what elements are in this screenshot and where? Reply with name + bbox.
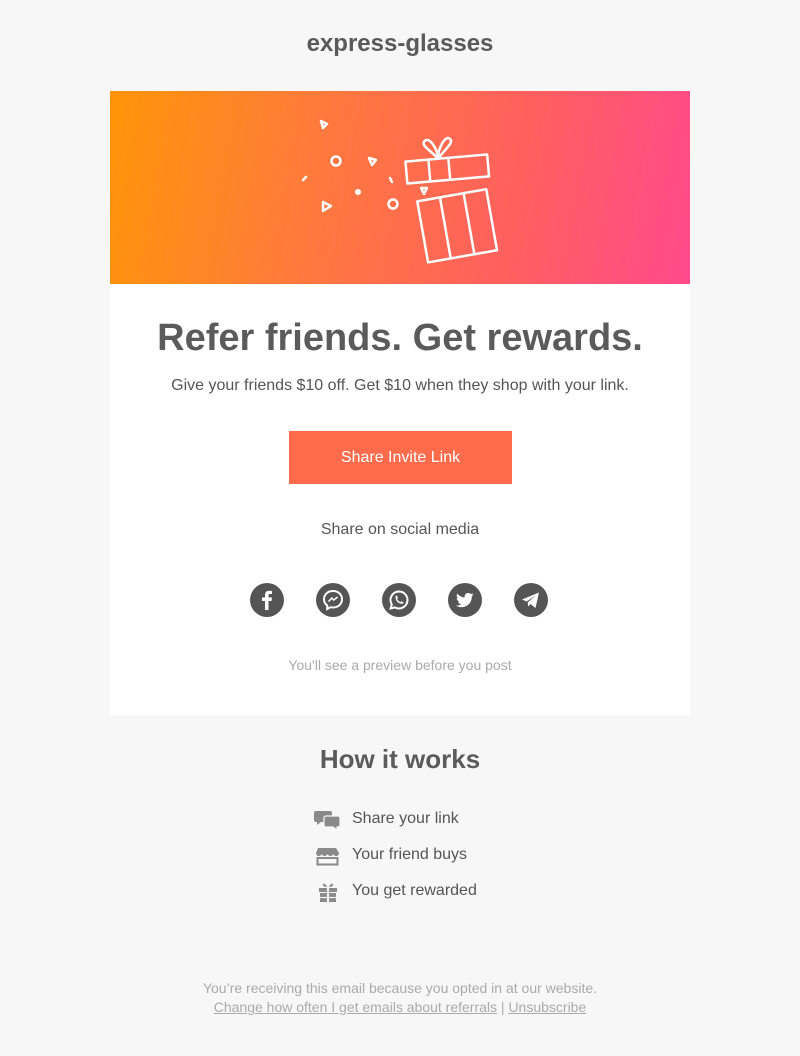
chat-bubbles-icon [314, 811, 341, 832]
headline: Refer friends. Get rewards. [157, 317, 643, 359]
step-label: You get rewarded [352, 882, 477, 899]
footer-separator: | [500, 999, 505, 1015]
footer-notice: You’re receiving this email because you … [202, 980, 598, 996]
brand-logo: express-glasses [306, 30, 494, 57]
step-label: Your friend buys [352, 846, 468, 863]
unsubscribe-link[interactable]: Unsubscribe [508, 999, 586, 1015]
gift-icon [319, 883, 337, 902]
messenger-share-button[interactable] [316, 583, 350, 617]
twitter-share-button[interactable] [448, 583, 482, 617]
storefront-icon [316, 848, 339, 866]
step-label: Share your link [352, 810, 459, 827]
telegram-icon [522, 592, 539, 608]
social-share-label: Share on social media [320, 521, 480, 538]
hero-banner [110, 91, 690, 284]
how-it-works-title: How it works [319, 744, 481, 774]
referral-card: Refer friends. Get rewards. Give your fr… [110, 91, 690, 715]
messenger-icon [322, 589, 344, 611]
social-share-row [250, 583, 550, 617]
twitter-icon [455, 593, 474, 608]
gift-confetti-icon [301, 119, 499, 264]
preview-note: You'll see a preview before you post [288, 657, 512, 673]
telegram-share-button[interactable] [514, 583, 548, 617]
whatsapp-icon [389, 590, 409, 610]
email-frequency-link[interactable]: Change how often I get emails about refe… [214, 999, 497, 1015]
share-invite-link-button[interactable]: Share Invite Link [289, 431, 512, 484]
facebook-share-button[interactable] [250, 583, 284, 617]
facebook-icon [262, 590, 272, 610]
footer-links: Change how often I get emails about refe… [0, 999, 800, 1015]
offer-description: Give your friends $10 off. Get $10 when … [171, 377, 629, 394]
whatsapp-share-button[interactable] [382, 583, 416, 617]
